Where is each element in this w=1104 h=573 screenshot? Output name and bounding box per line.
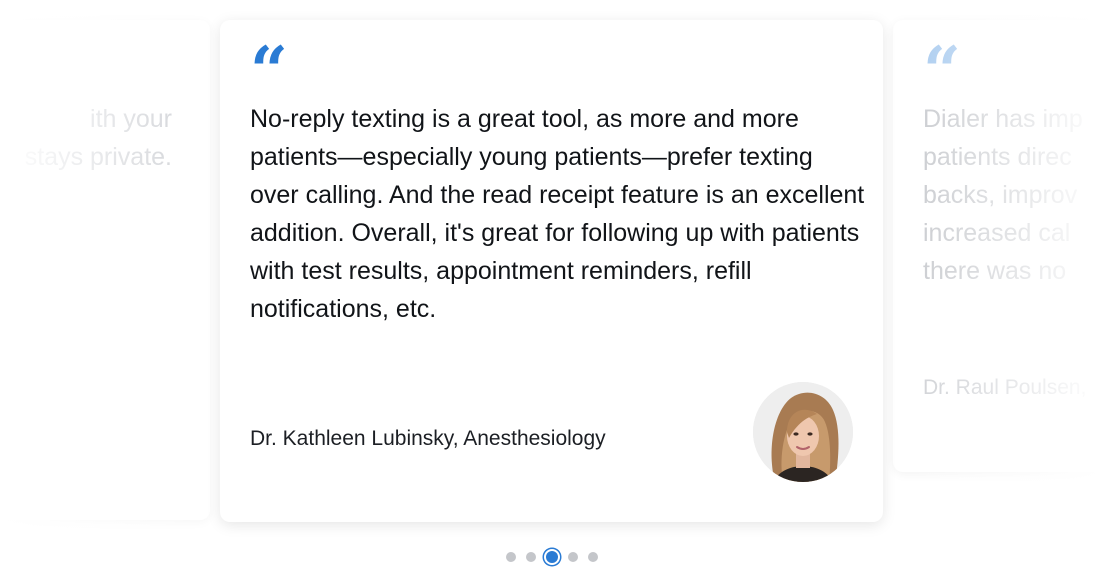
testimonial-card-previous[interactable]: ith your stays private. [0, 20, 210, 520]
carousel-pagination [0, 548, 1104, 566]
testimonial-card-next[interactable]: “ Dialer has imp patients direc backs, i… [893, 20, 1104, 472]
pagination-dot[interactable] [506, 552, 516, 562]
testimonial-author: Dr. Kathleen Lubinsky, Anesthesiology [250, 427, 606, 450]
testimonial-quote-next: Dialer has imp patients direc backs, imp… [923, 105, 1083, 285]
testimonial-card-current: “ No-reply texting is a great tool, as m… [220, 20, 883, 522]
testimonial-carousel: ith your stays private. “ No-reply texti… [0, 0, 1104, 573]
testimonial-quote-previous: ith your stays private. [24, 105, 172, 171]
quote-icon-faded: “ [923, 38, 957, 88]
pagination-dot[interactable] [588, 552, 598, 562]
testimonial-quote: No-reply texting is a great tool, as mor… [250, 105, 865, 323]
avatar [753, 382, 853, 482]
pagination-dot[interactable] [568, 552, 578, 562]
pagination-dot-active[interactable] [546, 551, 558, 563]
quote-icon: “ [250, 38, 284, 88]
pagination-dot[interactable] [526, 552, 536, 562]
testimonial-author-next: Dr. Raul Poulsen, [923, 376, 1087, 399]
avatar-portrait-icon [753, 382, 853, 482]
